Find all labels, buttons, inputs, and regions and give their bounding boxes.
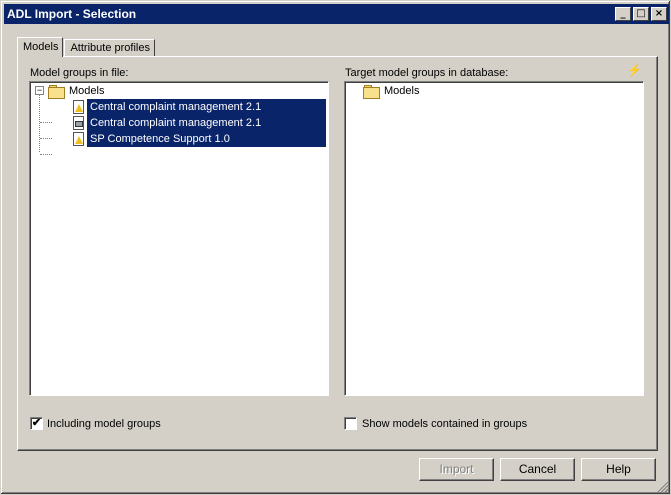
tree-line [40,122,52,123]
resize-grip[interactable] [656,480,668,492]
cancel-button[interactable]: Cancel [500,458,575,481]
model-groups-in-file-label: Model groups in file: [30,67,129,79]
tree-node-label: Central complaint management 2.1 [87,115,326,131]
tree-node-models[interactable]: Models [363,83,422,99]
title-bar[interactable]: ADL Import - Selection _ □ × [4,4,669,24]
tab-attribute-profiles[interactable]: Attribute profiles [64,39,155,57]
tree-node-label: SP Competence Support 1.0 [87,131,326,147]
help-button[interactable]: Help [581,458,656,481]
collapse-toggle[interactable]: − [35,86,44,95]
refresh-icon[interactable]: ⚡ [627,63,642,77]
including-model-groups-checkbox[interactable]: ✔ [30,417,43,430]
tree-line [40,138,52,139]
folder-icon [363,85,380,99]
show-models-checkbox[interactable] [344,417,357,430]
close-button[interactable]: × [651,7,667,21]
dialog-window: ADL Import - Selection _ □ × Models Attr… [0,0,671,495]
database-model-tree[interactable]: Models [344,81,644,396]
model-triangle-icon [70,99,86,115]
tree-node-models[interactable]: Models [48,83,107,99]
tab-models[interactable]: Models [17,37,64,57]
tab-strip: Models Attribute profiles [17,37,156,57]
file-model-tree[interactable]: − Models Central complaint management 2.… [29,81,329,396]
including-model-groups-label: Including model groups [47,418,161,430]
window-controls: _ □ × [613,7,667,21]
tree-node-label: Models [384,85,420,97]
tree-line [40,154,52,155]
maximize-button[interactable]: □ [633,7,649,21]
tree-node-model[interactable]: Central complaint management 2.1 [70,99,326,115]
target-model-groups-label: Target model groups in database: [345,67,509,79]
tree-node-model[interactable]: Central complaint management 2.1 [70,115,326,131]
minimize-button[interactable]: _ [615,7,631,21]
show-models-label: Show models contained in groups [362,418,528,430]
window-title: ADL Import - Selection [7,7,137,21]
model-box-icon [70,115,86,131]
tree-node-label: Central complaint management 2.1 [87,99,326,115]
import-button[interactable]: Import [419,458,494,481]
model-triangle-icon [70,131,86,147]
tree-line [39,95,40,152]
tree-node-label: Models [69,85,105,97]
tree-node-model[interactable]: SP Competence Support 1.0 [70,131,326,147]
folder-icon [48,85,65,99]
